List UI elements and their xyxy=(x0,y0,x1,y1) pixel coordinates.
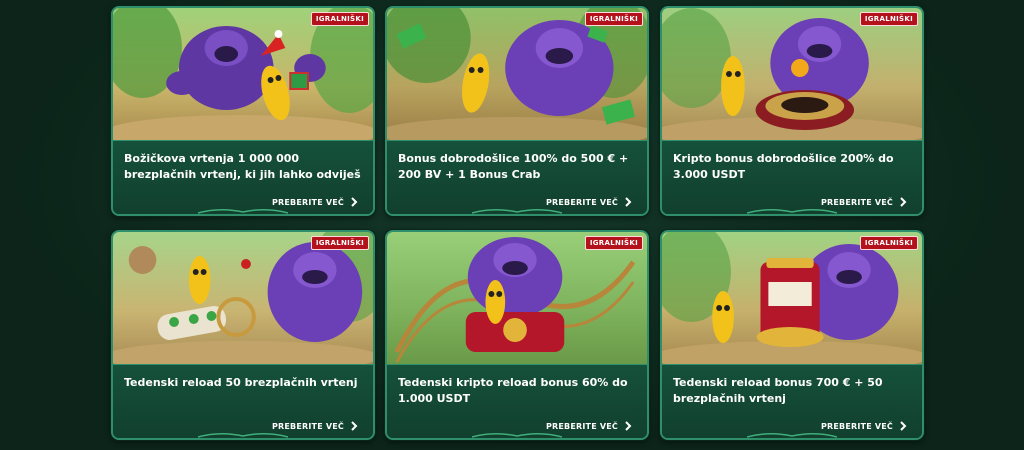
promo-card-weekly-reload-spins[interactable]: IGRALNIŠKI Tedenski reload 50 brezplačni… xyxy=(111,230,375,440)
read-more-link[interactable]: PREBERITE VEČ xyxy=(272,421,359,431)
chevron-right-icon xyxy=(625,197,632,207)
promo-artwork-christmas xyxy=(113,8,373,140)
promo-artwork-slot-machine xyxy=(662,232,922,364)
read-more-link[interactable]: PREBERITE VEČ xyxy=(546,197,633,207)
read-more-link[interactable]: PREBERITE VEČ xyxy=(821,197,908,207)
promo-description: Kripto bonus dobrodošlice 200% do 3.000 … xyxy=(662,140,922,214)
read-more-link[interactable]: PREBERITE VEČ xyxy=(546,421,633,431)
chevron-right-icon xyxy=(625,421,632,431)
promo-artwork-reel xyxy=(113,232,373,364)
vine-ornament xyxy=(198,209,288,214)
promo-card-welcome-bonus[interactable]: IGRALNIŠKI Bonus dobrodošlice 100% do 50… xyxy=(385,6,649,216)
promo-title: Bonus dobrodošlice 100% do 500 € + 200 B… xyxy=(398,152,629,181)
promo-card-christmas-spins[interactable]: IGRALNIŠKI Božičkova vrtenja 1 000 000 b… xyxy=(111,6,375,216)
casino-badge: IGRALNIŠKI xyxy=(584,236,643,250)
vine-ornament xyxy=(472,209,562,214)
casino-badge: IGRALNIŠKI xyxy=(310,12,369,26)
read-more-link[interactable]: PREBERITE VEČ xyxy=(821,421,908,431)
promo-card-crypto-welcome[interactable]: IGRALNIŠKI Kripto bonus dobrodošlice 200… xyxy=(660,6,924,216)
chevron-right-icon xyxy=(351,197,358,207)
promo-card-weekly-reload-bonus[interactable]: IGRALNIŠKI Tedenski reload bonus 700 € +… xyxy=(660,230,924,440)
promo-title: Božičkova vrtenja 1 000 000 brezplačnih … xyxy=(124,152,361,181)
promo-description: Tedenski reload 50 brezplačnih vrtenj PR… xyxy=(113,364,373,438)
promo-title: Tedenski reload 50 brezplačnih vrtenj xyxy=(124,376,358,389)
read-more-label: PREBERITE VEČ xyxy=(271,421,344,431)
promo-card-weekly-crypto-reload[interactable]: IGRALNIŠKI Tedenski kripto reload bonus … xyxy=(385,230,649,440)
vine-ornament xyxy=(472,433,562,438)
promo-description: Tedenski kripto reload bonus 60% do 1.00… xyxy=(387,364,647,438)
vine-ornament xyxy=(198,433,288,438)
promo-description: Tedenski reload bonus 700 € + 50 brezpla… xyxy=(662,364,922,438)
read-more-label: PREBERITE VEČ xyxy=(545,421,618,431)
vine-ornament xyxy=(747,433,837,438)
read-more-label: PREBERITE VEČ xyxy=(271,197,344,207)
casino-badge: IGRALNIŠKI xyxy=(584,12,643,26)
promo-title: Tedenski kripto reload bonus 60% do 1.00… xyxy=(398,376,628,405)
promo-title: Kripto bonus dobrodošlice 200% do 3.000 … xyxy=(673,152,894,181)
read-more-label: PREBERITE VEČ xyxy=(545,197,618,207)
read-more-link[interactable]: PREBERITE VEČ xyxy=(272,197,359,207)
promo-artwork-roulette xyxy=(662,8,922,140)
casino-badge: IGRALNIŠKI xyxy=(859,236,918,250)
casino-badge: IGRALNIŠKI xyxy=(310,236,369,250)
chevron-right-icon xyxy=(900,197,907,207)
promo-description: Bonus dobrodošlice 100% do 500 € + 200 B… xyxy=(387,140,647,214)
promo-artwork-money xyxy=(387,8,647,140)
vine-ornament xyxy=(747,209,837,214)
promo-artwork-rollercoaster xyxy=(387,232,647,364)
promo-title: Tedenski reload bonus 700 € + 50 brezpla… xyxy=(673,376,883,405)
chevron-right-icon xyxy=(900,421,907,431)
casino-badge: IGRALNIŠKI xyxy=(859,12,918,26)
read-more-label: PREBERITE VEČ xyxy=(820,421,893,431)
read-more-label: PREBERITE VEČ xyxy=(820,197,893,207)
promo-description: Božičkova vrtenja 1 000 000 brezplačnih … xyxy=(113,140,373,214)
chevron-right-icon xyxy=(351,421,358,431)
